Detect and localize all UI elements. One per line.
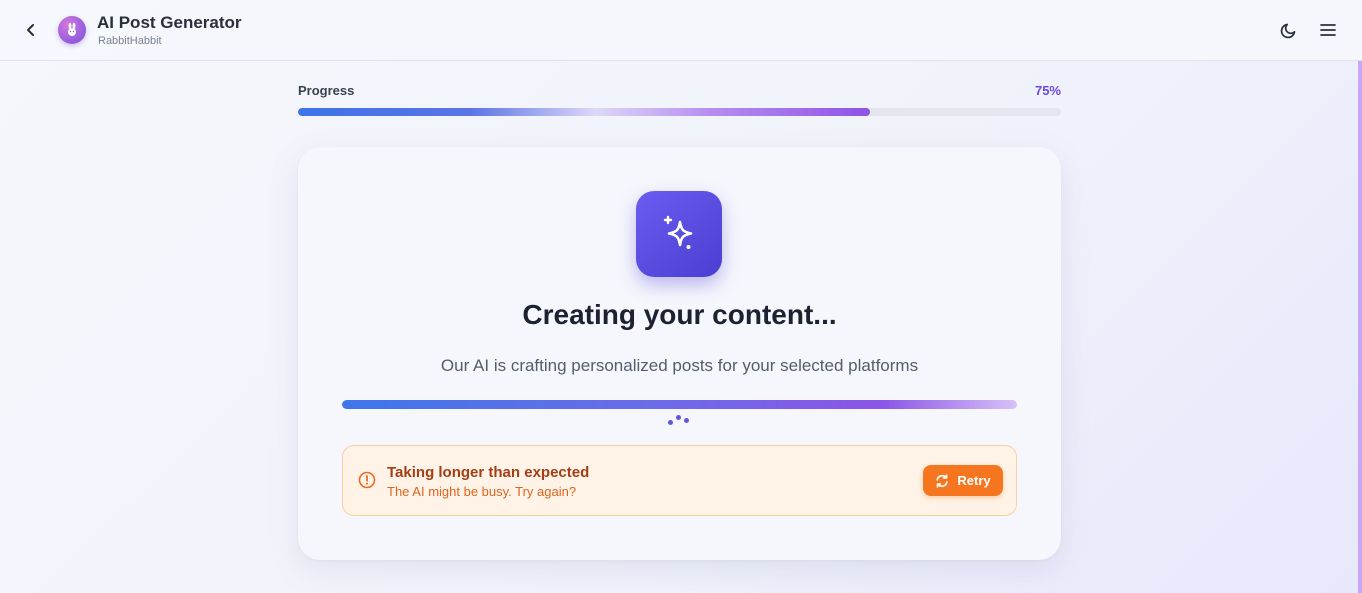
loading-dot bbox=[668, 420, 673, 425]
rabbit-icon bbox=[68, 22, 76, 36]
back-arrow-icon bbox=[27, 24, 34, 36]
card-description: Our AI is crafting personalized posts fo… bbox=[440, 356, 919, 375]
timeout-warning: Taking longer than expected The AI might… bbox=[342, 445, 1017, 516]
scrollbar[interactable] bbox=[1358, 61, 1362, 593]
sparkles-icon bbox=[663, 215, 693, 249]
theme-toggle-button[interactable] bbox=[1278, 19, 1300, 41]
refresh-icon bbox=[936, 473, 948, 488]
retry-label: Retry bbox=[957, 473, 991, 488]
menu-button[interactable] bbox=[1317, 19, 1339, 41]
moon-icon bbox=[1280, 23, 1296, 39]
progress-percent: 75% bbox=[1034, 83, 1061, 98]
warning-title: Taking longer than expected bbox=[387, 464, 590, 481]
app-title: AI Post Generator bbox=[97, 13, 242, 32]
back-button[interactable] bbox=[20, 19, 42, 41]
generation-card: Creating your content... Our AI is craft… bbox=[298, 147, 1061, 560]
progress-bar-fill bbox=[298, 108, 871, 116]
loading-bar-fill bbox=[342, 400, 1017, 409]
progress-label: Progress bbox=[298, 83, 355, 98]
loading-dot bbox=[676, 415, 681, 420]
sparkle-tile bbox=[636, 191, 722, 277]
menu-icon bbox=[1320, 24, 1336, 36]
alert-circle-icon bbox=[358, 471, 376, 489]
progress-bar bbox=[298, 108, 1061, 116]
retry-button[interactable]: Retry bbox=[923, 465, 1003, 496]
loading-dots bbox=[668, 415, 694, 427]
warning-text: The AI might be busy. Try again? bbox=[387, 484, 577, 499]
rabbit-avatar bbox=[58, 16, 86, 44]
loading-bar bbox=[342, 400, 1017, 409]
top-bar: AI Post Generator RabbitHabbit bbox=[0, 0, 1362, 61]
loading-dot bbox=[684, 418, 689, 423]
app-subtitle: RabbitHabbit bbox=[98, 35, 162, 47]
card-title: Creating your content... bbox=[522, 299, 837, 330]
